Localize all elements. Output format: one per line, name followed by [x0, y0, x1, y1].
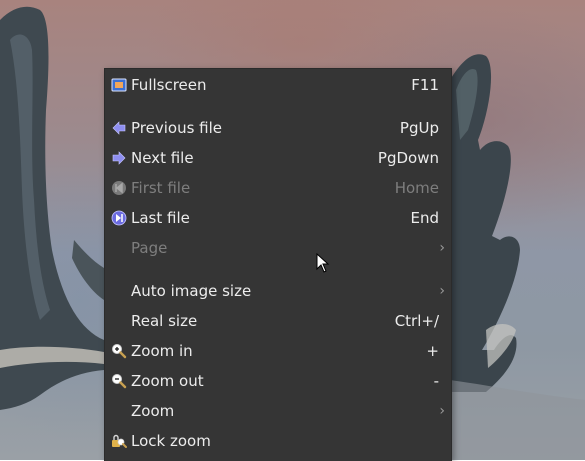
zoom-out-icon	[112, 374, 127, 389]
submenu-arrow-icon: ›	[439, 240, 445, 256]
submenu-arrow-icon: ›	[439, 283, 445, 299]
menu-item-label: Fullscreen	[131, 76, 207, 94]
menu-item-label: Lock zoom	[131, 432, 211, 450]
menu-item-label: Real size	[131, 312, 198, 330]
shortcut-label: PgUp	[399, 119, 439, 137]
menu-item-zoom[interactable]: Zoom ›	[105, 398, 451, 424]
context-menu: Fullscreen F11 Previous file PgUp Next f…	[104, 68, 452, 461]
zoom-in-icon	[112, 344, 127, 359]
menu-item-zoom-out[interactable]: Zoom out -	[105, 368, 451, 394]
menu-item-label: Last file	[131, 209, 190, 227]
shortcut-label: -	[433, 372, 439, 390]
menu-item-last-file[interactable]: Last file End	[105, 205, 451, 231]
shortcut-label: Ctrl+/	[394, 312, 439, 330]
mouse-pointer-icon	[316, 253, 330, 273]
menu-item-fullscreen[interactable]: Fullscreen F11	[105, 72, 451, 98]
fullscreen-icon	[111, 78, 127, 92]
submenu-arrow-icon: ›	[439, 403, 445, 419]
menu-item-label: Zoom in	[131, 342, 193, 360]
menu-item-label: Page	[131, 239, 168, 257]
menu-item-lock-zoom[interactable]: Lock zoom	[105, 428, 451, 454]
menu-item-label: Next file	[131, 149, 194, 167]
first-file-icon	[112, 181, 126, 195]
shortcut-label: End	[410, 209, 439, 227]
arrow-right-icon	[112, 151, 126, 165]
menu-item-label: Auto image size	[131, 282, 252, 300]
menu-item-label: First file	[131, 179, 191, 197]
lock-zoom-icon	[112, 434, 127, 448]
shortcut-label: F11	[411, 76, 439, 94]
shortcut-label: PgDown	[377, 149, 439, 167]
menu-item-zoom-in[interactable]: Zoom in +	[105, 338, 451, 364]
menu-item-auto-image-size[interactable]: Auto image size ›	[105, 278, 451, 304]
menu-item-previous-file[interactable]: Previous file PgUp	[105, 115, 451, 141]
last-file-icon	[111, 210, 127, 226]
menu-item-label: Zoom out	[131, 372, 204, 390]
menu-item-label: Zoom	[131, 402, 175, 420]
menu-item-next-file[interactable]: Next file PgDown	[105, 145, 451, 171]
shortcut-label: +	[426, 342, 439, 360]
menu-item-first-file: First file Home	[105, 175, 451, 201]
menu-item-label: Previous file	[131, 119, 223, 137]
arrow-left-icon	[112, 121, 126, 135]
menu-item-real-size[interactable]: Real size Ctrl+/	[105, 308, 451, 334]
shortcut-label: Home	[394, 179, 439, 197]
menu-item-page: Page ›	[105, 235, 451, 261]
